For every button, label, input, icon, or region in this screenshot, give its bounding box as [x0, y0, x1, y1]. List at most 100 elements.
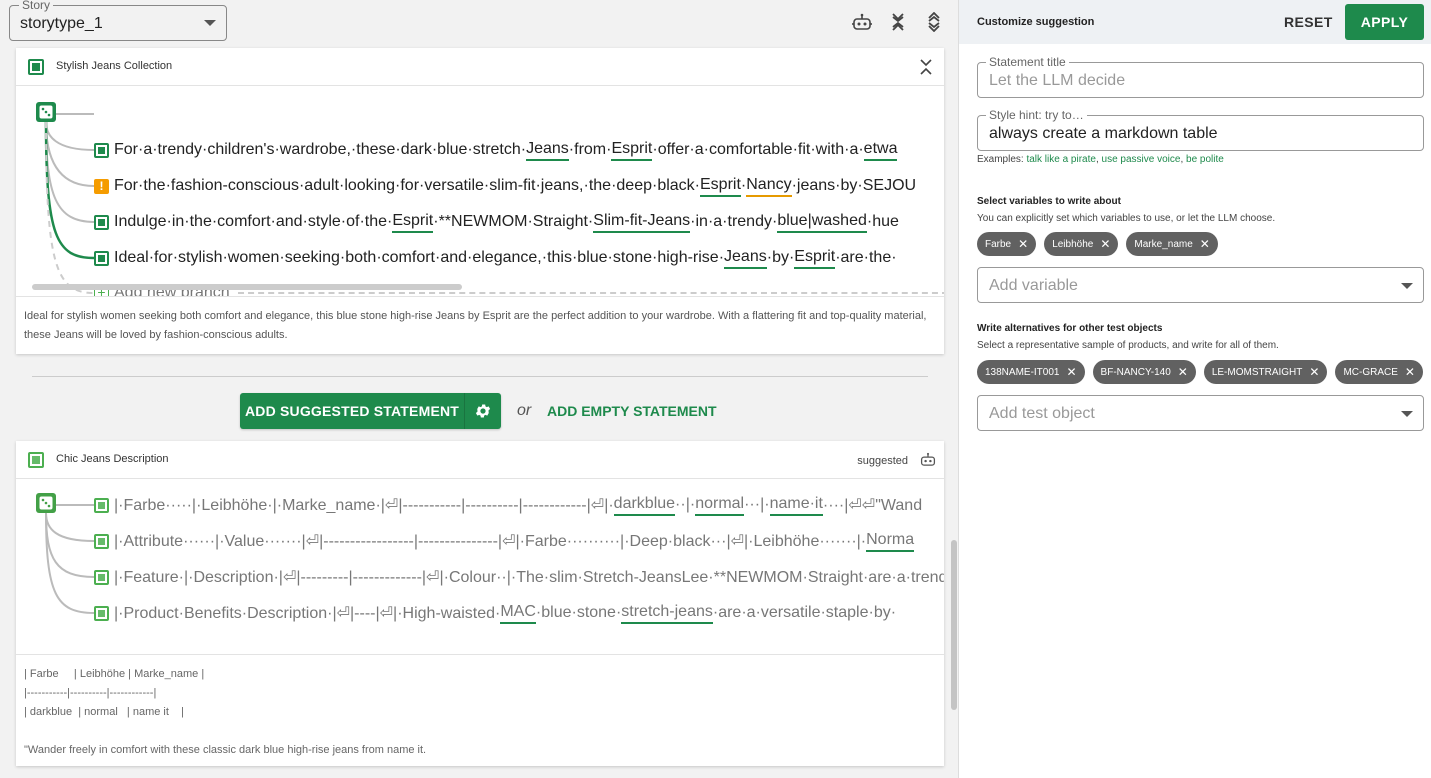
branch-text: ··|· [675, 496, 696, 513]
or-text: or [517, 402, 532, 419]
variable-tag[interactable]: Esprit [700, 176, 741, 197]
variable-chips: Farbe ✕ Leibhöhe ✕ Marke_name ✕ [977, 232, 1218, 256]
preview-line: |-----------|----------|------------| [24, 687, 157, 699]
branch-checkbox[interactable] [94, 250, 109, 266]
variable-tag[interactable]: MAC [500, 603, 536, 624]
variable-chip[interactable]: Leibhöhe ✕ [1044, 232, 1119, 256]
branch-checkbox[interactable] [94, 214, 109, 230]
test-object-chip[interactable]: LE-MOMSTRAIGHT ✕ [1203, 360, 1328, 384]
variable-tag[interactable]: Esprit [794, 248, 836, 269]
branch-row[interactable]: |·Feature·|·Description·|⏎|---------|---… [94, 567, 944, 587]
variable-tag[interactable]: stretch-jeans [621, 603, 713, 624]
branch-row[interactable]: For·a·trendy·children's·wardrobe,·these·… [94, 140, 898, 161]
branch-row[interactable]: |·Product·Benefits·Description·|⏎|----|⏎… [94, 603, 896, 624]
close-icon[interactable]: ✕ [1066, 366, 1076, 378]
style-hint-label: Style hint: try to… [986, 109, 1087, 122]
variable-tag[interactable]: blue|washed [777, 212, 867, 233]
statement-title-field[interactable]: Statement title Let the LLM decide [977, 56, 1424, 98]
statement-card: Stylish Jeans Collection For·a·trendy·ch… [16, 48, 944, 354]
variable-tag[interactable]: Jeans [526, 140, 569, 161]
story-select-value: storytype_1 [20, 15, 103, 32]
branch-row[interactable]: |·Farbe·····|·Leibhöhe·|·Marke_name·|⏎|-… [94, 495, 923, 516]
story-select[interactable]: Story storytype_1 [9, 0, 227, 41]
variable-tag[interactable]: Nancy [746, 176, 792, 197]
branch-text: |·Farbe·····|·Leibhöhe·|·Marke_name·|⏎|-… [114, 497, 614, 514]
close-icon[interactable]: ✕ [1405, 366, 1415, 378]
statement-checkbox[interactable] [28, 59, 44, 75]
style-hint-field[interactable]: Style hint: try to… always create a mark… [977, 109, 1424, 151]
reset-button[interactable]: RESET [1284, 14, 1333, 30]
statement-preview: Ideal for stylish women seeking both com… [16, 296, 944, 354]
test-object-chip[interactable]: 138NAME-IT001 ✕ [977, 360, 1085, 384]
test-object-chip[interactable]: MC-GRACE ✕ [1335, 360, 1423, 384]
branch-text: ·hue [866, 213, 899, 230]
add-test-object-select[interactable]: Add test object [977, 395, 1424, 431]
branch-checkbox[interactable] [94, 142, 109, 158]
branch-tree: For·a·trendy·children's·wardrobe,·these·… [16, 86, 944, 296]
branch-tree: |·Farbe·····|·Leibhöhe·|·Marke_name·|⏎|-… [16, 479, 944, 654]
vertical-scrollbar[interactable] [951, 540, 957, 710]
branch-text: ····|⏎⏎"Wand [822, 497, 923, 514]
variable-chip[interactable]: Farbe ✕ [977, 232, 1037, 256]
branch-text: ·from· [568, 141, 612, 158]
variables-section-title: Select variables to write about [977, 196, 1121, 207]
variable-tag[interactable]: name·it [769, 495, 823, 516]
branch-text: ·offer·a·comfortable·fit·with·a· [652, 141, 864, 158]
example-link[interactable]: use passive voice [1102, 154, 1181, 165]
chip-label: BF-NANCY-140 [1100, 366, 1171, 378]
objects-section-subtitle: Select a representative sample of produc… [977, 340, 1279, 351]
close-icon[interactable]: ✕ [1100, 238, 1110, 250]
close-icon[interactable]: ✕ [1309, 366, 1319, 378]
variable-tag[interactable]: normal [695, 495, 745, 516]
add-variable-placeholder: Add variable [989, 277, 1078, 294]
branch-row[interactable]: ! For·the·fashion-conscious·adult·looking… [94, 176, 917, 197]
variable-tag[interactable]: darkblue [613, 495, 676, 516]
chip-label: 138NAME-IT001 [985, 366, 1060, 378]
example-link[interactable]: be polite [1186, 154, 1224, 165]
robot-icon [920, 452, 936, 472]
dice-icon[interactable] [36, 102, 56, 122]
warning-icon[interactable]: ! [94, 178, 109, 194]
variable-tag[interactable]: etwa [863, 140, 898, 161]
branch-row[interactable]: |·Attribute······|·Value·······|⏎|------… [94, 531, 915, 552]
suggested-statement-card: Chic Jeans Description suggested |·Farbe… [16, 441, 944, 766]
statement-checkbox[interactable] [28, 452, 44, 468]
close-icon[interactable]: ✕ [1200, 238, 1210, 250]
apply-button[interactable]: APPLY [1345, 4, 1424, 40]
variable-chip[interactable]: Marke_name ✕ [1126, 232, 1218, 256]
preview-line: | darkblue | normal | name it | [24, 706, 184, 718]
dice-icon[interactable] [36, 493, 56, 513]
add-empty-statement-button[interactable]: ADD EMPTY STATEMENT [547, 403, 717, 419]
branch-row[interactable]: Ideal·for·stylish·women·seeking·both·com… [94, 248, 897, 269]
chip-label: MC-GRACE [1343, 366, 1398, 378]
variable-tag[interactable]: Norma [866, 531, 915, 552]
variable-tag[interactable]: Esprit [392, 212, 434, 233]
variable-tag[interactable]: Jeans [724, 248, 767, 269]
panel-header: Customize suggestion RESET APPLY [959, 0, 1431, 44]
expand-all-icon[interactable] [922, 10, 946, 34]
branch-checkbox[interactable] [94, 605, 109, 621]
close-icon[interactable]: ✕ [1178, 366, 1188, 378]
variable-tag[interactable]: Slim-fit-Jeans [593, 212, 691, 233]
horizontal-scrollbar[interactable] [32, 284, 462, 290]
test-object-chip[interactable]: BF-NANCY-140 ✕ [1092, 360, 1196, 384]
examples-prefix: Examples: [977, 154, 1027, 165]
close-icon[interactable]: ✕ [1018, 238, 1028, 250]
suggested-badge: suggested [857, 455, 908, 467]
add-suggested-statement-label: ADD SUGGESTED STATEMENT [240, 393, 465, 429]
branch-row[interactable]: Indulge·in·the·comfort·and·style·of·the·… [94, 212, 899, 233]
add-variable-select[interactable]: Add variable [977, 267, 1424, 303]
example-link[interactable]: talk like a pirate [1026, 154, 1095, 165]
add-suggested-statement-button[interactable]: ADD SUGGESTED STATEMENT [240, 393, 501, 429]
branch-checkbox[interactable] [94, 533, 109, 549]
collapse-icon[interactable] [920, 59, 932, 80]
collapse-all-icon[interactable] [886, 10, 910, 34]
gear-icon[interactable] [465, 402, 501, 420]
branch-text: ·jeans·by·SEJOU [791, 177, 917, 194]
customize-panel: Customize suggestion RESET APPLY Stateme… [958, 0, 1431, 778]
robot-icon[interactable] [850, 10, 874, 34]
branch-checkbox[interactable] [94, 497, 109, 513]
statement-title-label: Statement title [986, 56, 1069, 69]
branch-checkbox[interactable] [94, 569, 109, 585]
variable-tag[interactable]: Esprit [611, 140, 653, 161]
